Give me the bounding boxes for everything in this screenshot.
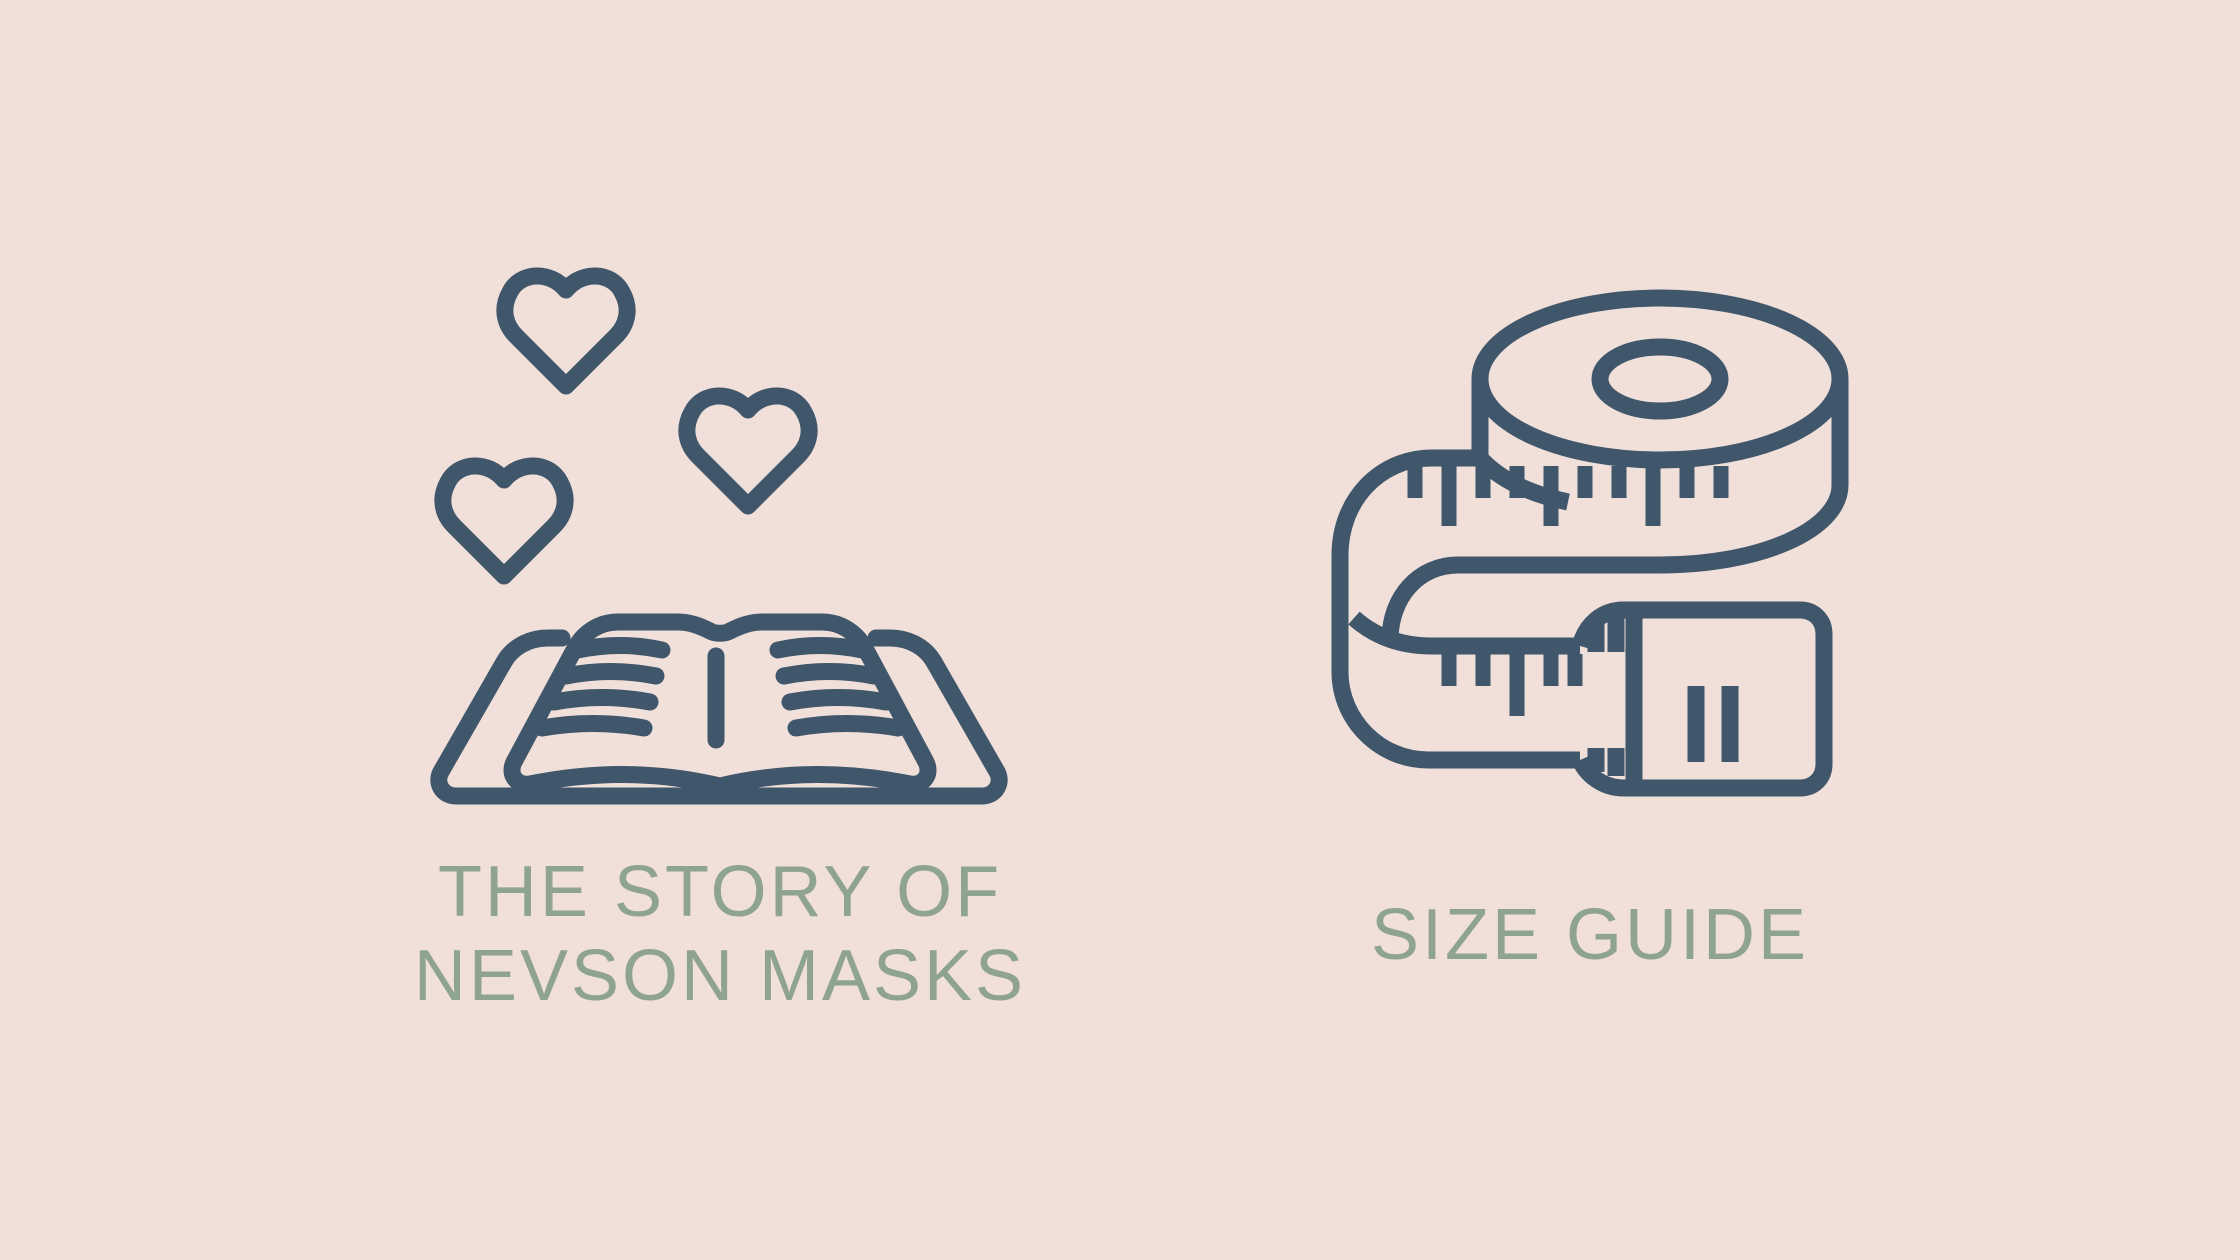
size-guide-link-card[interactable]: SIZE GUIDE: [1280, 270, 1900, 990]
story-label-line1: THE STORY OF: [437, 852, 1003, 932]
story-label-line2: NEVSON MASKS: [413, 936, 1027, 1016]
measuring-tape-icon: [1310, 280, 1870, 820]
size-guide-label: SIZE GUIDE: [1370, 895, 1810, 975]
story-label: THE STORY OF NEVSON MASKS: [380, 850, 1060, 1018]
open-book-with-hearts-icon: [420, 230, 1020, 850]
story-link-card[interactable]: THE STORY OF NEVSON MASKS: [380, 210, 1060, 1040]
